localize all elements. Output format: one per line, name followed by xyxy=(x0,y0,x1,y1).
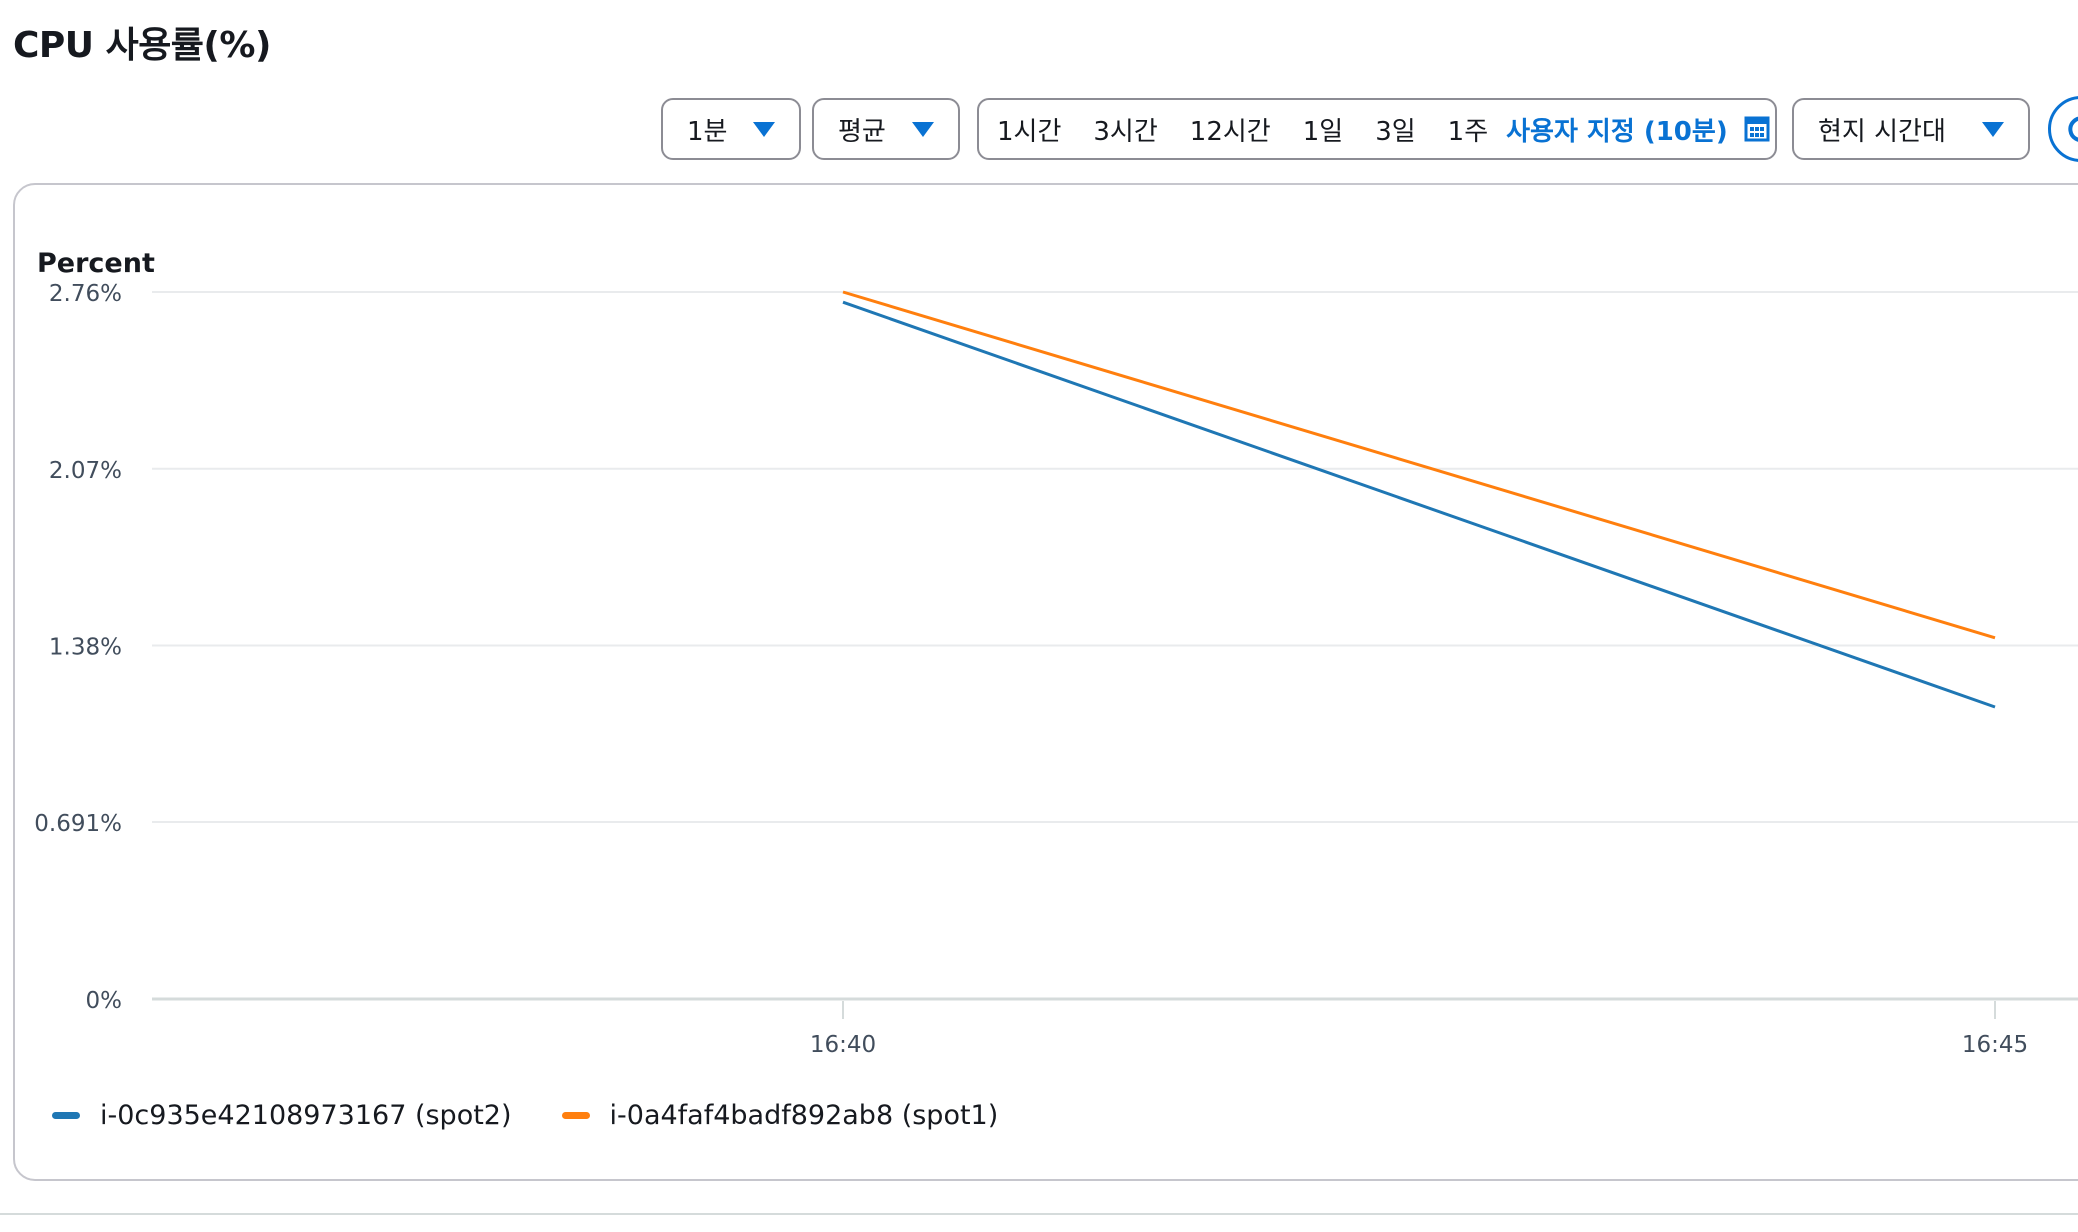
cpu-utilization-chart: Percent2.76% 2.07% 1.38% 0.691% 0% 16:40 16:45 xyxy=(34,248,2078,1058)
legend-label-spot1: i-0a4faf4badf892ab8 (spot1) xyxy=(609,1100,999,1131)
legend-label-spot2: i-0c935e42108973167 (spot2) xyxy=(100,1100,512,1131)
legend-swatch-blue xyxy=(52,1112,80,1119)
y-tick-label: 0.691% xyxy=(34,811,122,837)
y-tick-label: 2.07% xyxy=(49,458,122,484)
x-tick-label: 16:45 xyxy=(1962,1032,2028,1058)
y-axis-title: Percent xyxy=(37,248,155,279)
series-line-spot1 xyxy=(842,290,1996,640)
legend-swatch-orange xyxy=(561,1112,590,1119)
x-tick-label: 16:40 xyxy=(810,1032,876,1058)
legend-item-spot1[interactable]: i-0a4faf4badf892ab8 (spot1) xyxy=(561,1100,999,1131)
chart-legend: i-0c935e42108973167 (spot2) i-0a4faf4bad… xyxy=(52,1100,1048,1131)
y-tick-label: 2.76% xyxy=(49,281,122,307)
y-tick-label: 1.38% xyxy=(49,635,122,661)
bottom-divider xyxy=(0,1213,2078,1215)
legend-item-spot2[interactable]: i-0c935e42108973167 (spot2) xyxy=(52,1100,512,1131)
y-tick-label: 0% xyxy=(86,988,123,1014)
